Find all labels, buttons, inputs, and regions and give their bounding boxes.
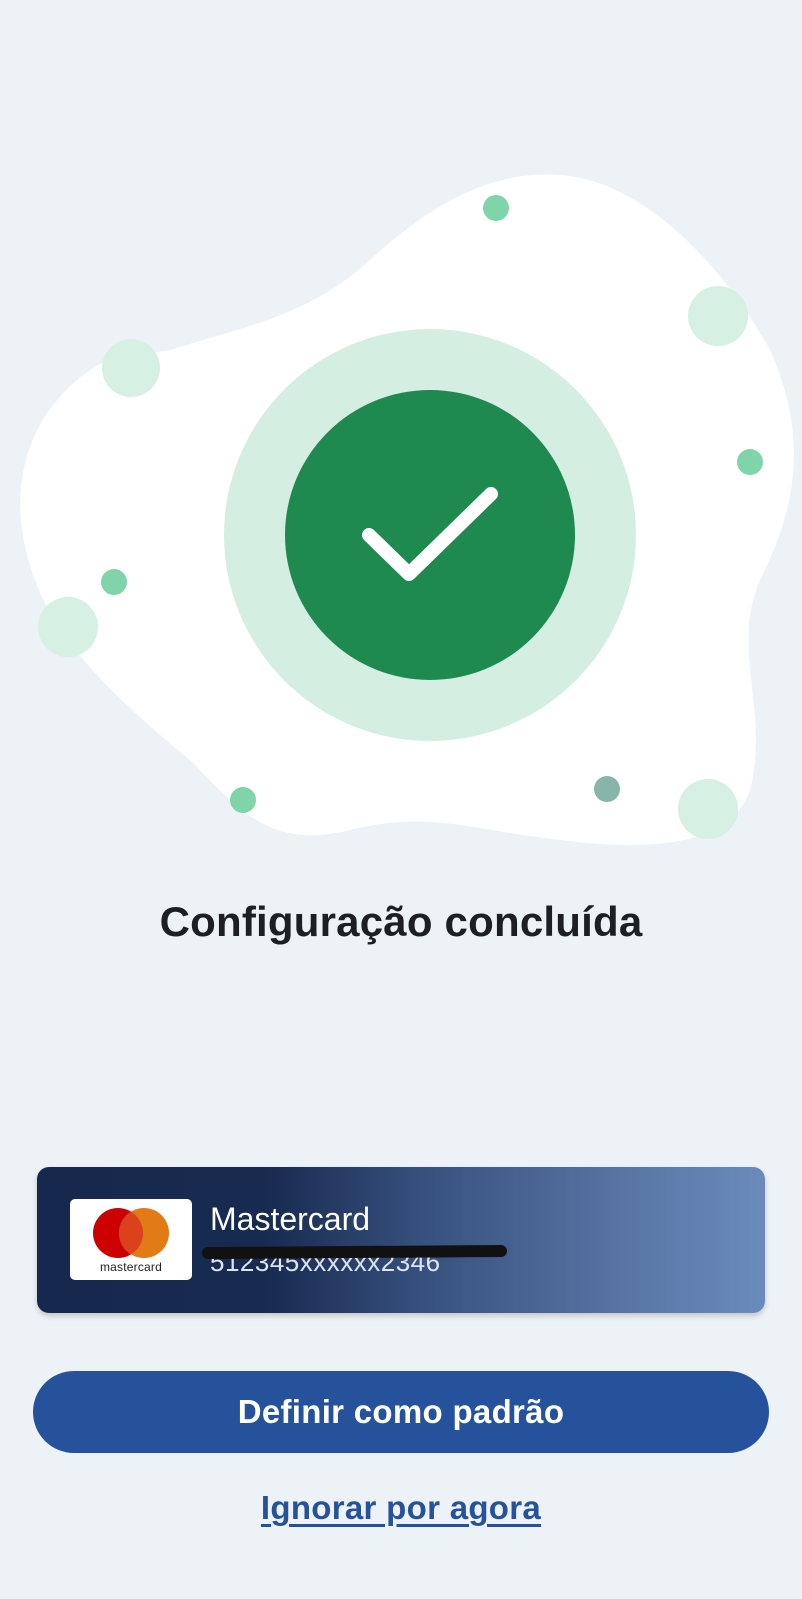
card-brand-label: Mastercard (210, 1201, 371, 1237)
dot-icon (102, 339, 160, 397)
dot-icon (678, 779, 738, 839)
dot-icon (230, 787, 256, 813)
mastercard-logo: mastercard (70, 1199, 192, 1280)
dot-icon (38, 597, 98, 657)
card-number-redaction (201, 1244, 508, 1260)
page-title: Configuração concluída (159, 898, 643, 945)
dot-icon (594, 776, 620, 802)
dot-icon (737, 449, 763, 475)
dot-icon (483, 195, 509, 221)
success-blob-graphic (20, 174, 794, 845)
dot-icon (688, 286, 748, 346)
success-illustration (0, 150, 802, 870)
skip-for-now-link[interactable]: Ignorar por agora (0, 1489, 802, 1527)
mastercard-circles-icon (93, 1208, 169, 1258)
set-default-button[interactable]: Definir como padrão (33, 1371, 769, 1453)
success-circle (285, 390, 575, 680)
payment-card[interactable]: mastercard Mastercard 512345xxxxxx2346 (37, 1167, 765, 1313)
dot-icon (101, 569, 127, 595)
mastercard-logo-text: mastercard (99, 1260, 163, 1274)
